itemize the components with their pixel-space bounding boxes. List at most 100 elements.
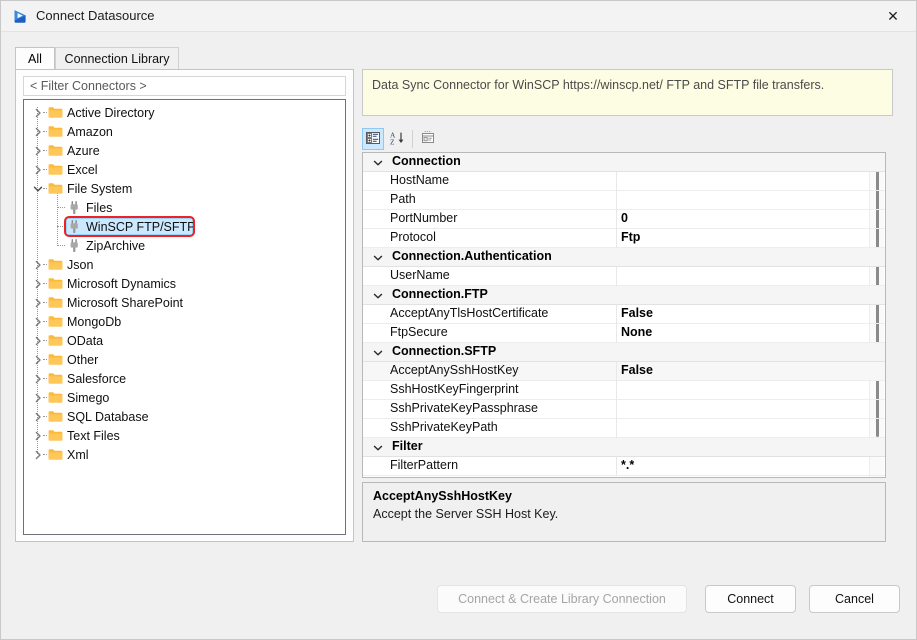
tree-item-ziparchive[interactable]: ZipArchive [24, 236, 345, 255]
folder-icon [47, 122, 63, 141]
folder-icon [47, 141, 63, 160]
alphabetical-sort-button[interactable]: A Z [386, 128, 408, 150]
tree-item-files[interactable]: Files [24, 198, 345, 217]
property-name: FilterPattern [390, 458, 459, 472]
folder-icon [47, 179, 63, 198]
tree-item-label: Amazon [67, 124, 113, 139]
property-column-splitter[interactable] [616, 400, 617, 419]
tree-item-xml[interactable]: Xml [24, 445, 345, 464]
property-column-splitter[interactable] [616, 419, 617, 438]
tree-item-active-directory[interactable]: Active Directory [24, 103, 345, 122]
property-category-label: Filter [392, 439, 423, 453]
property-column-splitter[interactable] [616, 229, 617, 248]
property-value[interactable]: False [621, 306, 653, 320]
close-icon: ✕ [887, 8, 899, 24]
tree-item-json[interactable]: Json [24, 255, 345, 274]
property-pages-button[interactable] [417, 128, 439, 150]
folder-icon [47, 445, 63, 464]
categorized-view-button[interactable] [362, 128, 384, 150]
property-category-row-connection[interactable]: Connection [363, 153, 885, 172]
chevron-down-icon[interactable] [371, 153, 385, 172]
property-category-row-connection-ftp[interactable]: Connection.FTP [363, 286, 885, 305]
connector-tree[interactable]: Active Directory Amazon Azure Excel File Sys… [23, 99, 346, 535]
property-value[interactable]: *.* [621, 458, 634, 472]
folder-icon [47, 312, 63, 331]
property-column-splitter[interactable] [616, 305, 617, 324]
tree-item-sql-database[interactable]: SQL Database [24, 407, 345, 426]
property-row-portnumber[interactable]: PortNumber 0 [363, 210, 885, 229]
folder-icon [47, 293, 63, 312]
tree-item-label: MongoDb [67, 314, 122, 329]
property-column-splitter[interactable] [616, 362, 617, 381]
tree-item-salesforce[interactable]: Salesforce [24, 369, 345, 388]
property-category-row-filter[interactable]: Filter [363, 438, 885, 457]
cancel-button[interactable]: Cancel [809, 585, 900, 613]
property-value[interactable]: Ftp [621, 230, 640, 244]
property-category-label: Connection.SFTP [392, 344, 497, 358]
tree-item-amazon[interactable]: Amazon [24, 122, 345, 141]
property-column-splitter[interactable] [616, 457, 617, 476]
connect-and-create-library-connection-button[interactable]: Connect & Create Library Connection [437, 585, 687, 613]
property-column-splitter[interactable] [616, 191, 617, 210]
property-category-row-connection-authentication[interactable]: Connection.Authentication [363, 248, 885, 267]
property-row-sshprivatekeypath[interactable]: SshPrivateKeyPath [363, 419, 885, 438]
folder-icon [47, 103, 63, 122]
property-grid[interactable]: Connection HostName Path PortNumber 0 Protoco… [362, 152, 886, 478]
property-column-splitter[interactable] [616, 267, 617, 286]
property-value[interactable]: False [621, 363, 653, 377]
tree-item-mongodb[interactable]: MongoDb [24, 312, 345, 331]
tree-item-odata[interactable]: OData [24, 331, 345, 350]
chevron-down-icon[interactable] [371, 248, 385, 267]
property-description-panel: AcceptAnySshHostKey Accept the Server SS… [362, 482, 886, 542]
property-row-sshprivatekeypassphrase[interactable]: SshPrivateKeyPassphrase [363, 400, 885, 419]
tree-item-label: SQL Database [67, 409, 149, 424]
property-column-splitter[interactable] [616, 210, 617, 229]
chevron-down-icon[interactable] [371, 438, 385, 457]
tree-connector-line [57, 245, 65, 246]
chevron-down-icon[interactable] [371, 343, 385, 362]
tree-item-other[interactable]: Other [24, 350, 345, 369]
property-name: PortNumber [390, 211, 458, 225]
chevron-down-icon[interactable] [371, 286, 385, 305]
property-name: SshPrivateKeyPassphrase [390, 401, 538, 415]
property-row-protocol[interactable]: Protocol Ftp [363, 229, 885, 248]
property-value[interactable]: None [621, 325, 652, 339]
tree-item-text-files[interactable]: Text Files [24, 426, 345, 445]
folder-icon [47, 369, 63, 388]
alphabetical-sort-icon: A Z [389, 130, 405, 149]
tree-item-file-system[interactable]: File System [24, 179, 345, 198]
tree-item-microsoft-dynamics[interactable]: Microsoft Dynamics [24, 274, 345, 293]
property-row-ftpsecure[interactable]: FtpSecure None [363, 324, 885, 343]
connect-datasource-dialog: Connect Datasource ✕ All Connection Libra… [0, 0, 917, 640]
property-row-hostname[interactable]: HostName [363, 172, 885, 191]
property-category-label: Connection.Authentication [392, 249, 552, 263]
connect-button[interactable]: Connect [705, 585, 796, 613]
filter-connectors-input[interactable]: < Filter Connectors > [23, 76, 346, 96]
connector-plug-icon [66, 236, 82, 255]
property-row-path[interactable]: Path [363, 191, 885, 210]
property-row-acceptanysshhostkey[interactable]: AcceptAnySshHostKey False [363, 362, 885, 381]
tree-item-simego[interactable]: Simego [24, 388, 345, 407]
property-column-splitter[interactable] [616, 381, 617, 400]
tree-item-azure[interactable]: Azure [24, 141, 345, 160]
property-description-title: AcceptAnySshHostKey [373, 489, 512, 503]
property-row-filterpattern[interactable]: FilterPattern *.* [363, 457, 885, 476]
tree-item-label: Other [67, 352, 99, 367]
property-value[interactable]: 0 [621, 211, 628, 225]
tree-item-excel[interactable]: Excel [24, 160, 345, 179]
tab-connection-library[interactable]: Connection Library [55, 47, 179, 69]
property-row-username[interactable]: UserName [363, 267, 885, 286]
property-category-row-connection-sftp[interactable]: Connection.SFTP [363, 343, 885, 362]
tree-item-microsoft-sharepoint[interactable]: Microsoft SharePoint [24, 293, 345, 312]
close-button[interactable]: ✕ [870, 1, 916, 31]
property-column-splitter[interactable] [616, 172, 617, 191]
property-category-label: Connection [392, 154, 461, 168]
tree-item-label: Files [86, 200, 113, 215]
property-column-splitter[interactable] [616, 324, 617, 343]
tree-item-winscp-ftp-sftp[interactable]: WinSCP FTP/SFTP [24, 217, 345, 236]
tree-item-label: File System [67, 181, 133, 196]
tree-item-label: Azure [67, 143, 100, 158]
property-row-sshhostkeyfingerprint[interactable]: SshHostKeyFingerprint [363, 381, 885, 400]
property-row-acceptanytlshostcertificate[interactable]: AcceptAnyTlsHostCertificate False [363, 305, 885, 324]
tab-all[interactable]: All [15, 47, 55, 69]
